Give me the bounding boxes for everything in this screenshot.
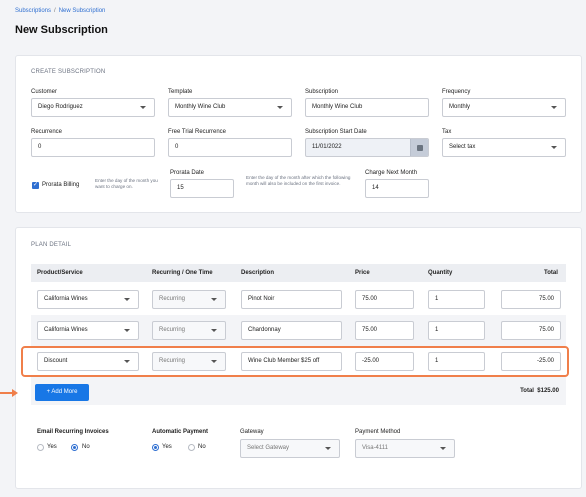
- breadcrumb-separator: /: [54, 8, 56, 14]
- email-no-label[interactable]: No: [82, 444, 90, 450]
- recurring-select[interactable]: Recurring: [152, 290, 226, 309]
- charge-next-label: Charge Next Month: [365, 170, 418, 176]
- customer-label: Customer: [31, 89, 58, 95]
- payment-method-select[interactable]: Visa-4111: [355, 439, 455, 458]
- col-recurring: Recurring / One Time: [152, 270, 213, 276]
- prorata-label[interactable]: Prorata Billing: [42, 182, 79, 188]
- free-trial-label: Free Trial Recurrence: [168, 129, 227, 135]
- start-date-label: Subscription Start Date: [305, 129, 367, 135]
- charge-next-input[interactable]: 14: [365, 179, 429, 198]
- total-input[interactable]: 75.00: [501, 290, 561, 309]
- automatic-payment-label: Automatic Payment: [152, 429, 209, 435]
- col-description: Description: [241, 270, 275, 276]
- total-label: Total: [520, 388, 534, 394]
- breadcrumb-parent[interactable]: Subscriptions: [15, 8, 51, 14]
- product-select[interactable]: California Wines: [37, 321, 139, 340]
- start-date-input[interactable]: 11/01/2022: [305, 138, 429, 157]
- table-footer: [31, 377, 566, 405]
- total-input[interactable]: 75.00: [501, 321, 561, 340]
- start-date-value: 11/01/2022: [312, 144, 342, 150]
- arrow-head-icon: [12, 389, 18, 397]
- auto-yes-radio[interactable]: [152, 444, 159, 451]
- auto-yes-label[interactable]: Yes: [162, 444, 172, 450]
- auto-no-radio[interactable]: [188, 444, 195, 451]
- email-no-radio[interactable]: [71, 444, 78, 451]
- subscription-input[interactable]: Monthly Wine Club: [305, 98, 429, 117]
- frequency-label: Frequency: [442, 89, 471, 95]
- recurrence-input[interactable]: 0: [31, 138, 155, 157]
- template-select[interactable]: Monthly Wine Club: [168, 98, 292, 117]
- frequency-select[interactable]: Monthly: [442, 98, 566, 117]
- highlight-box: [21, 346, 569, 377]
- tax-select[interactable]: Select tax: [442, 138, 566, 157]
- grand-total: Total $125.00: [520, 388, 559, 394]
- create-subscription-card: CREATE SUBSCRIPTION Customer Diego Rodri…: [15, 55, 582, 213]
- description-input[interactable]: Chardonnay: [241, 321, 342, 340]
- auto-no-label[interactable]: No: [198, 444, 206, 450]
- prorata-date-label: Prorata Date: [170, 170, 205, 176]
- quantity-input[interactable]: 1: [428, 290, 485, 309]
- payment-method-label: Payment Method: [355, 429, 401, 435]
- recurring-select[interactable]: Recurring: [152, 321, 226, 340]
- col-quantity: Quantity: [428, 270, 453, 276]
- add-more-button[interactable]: + Add More: [35, 384, 89, 401]
- total-value: $125.00: [537, 388, 559, 394]
- template-label: Template: [168, 89, 193, 95]
- col-total: Total: [544, 270, 558, 276]
- prorata-hint: Enter the day of the month you want to c…: [95, 178, 158, 189]
- gateway-label: Gateway: [240, 429, 264, 435]
- create-section-title: CREATE SUBSCRIPTION: [31, 69, 106, 75]
- customer-select[interactable]: Diego Rodriguez: [31, 98, 155, 117]
- email-yes-radio[interactable]: [37, 444, 44, 451]
- email-invoices-label: Email Recurring Invoices: [37, 429, 109, 435]
- col-product: Product/Service: [37, 270, 83, 276]
- page-title: New Subscription: [15, 24, 108, 36]
- subscription-label: Subscription: [305, 89, 339, 95]
- free-trial-input[interactable]: 0: [168, 138, 292, 157]
- breadcrumb: Subscriptions / New Subscription: [15, 8, 105, 14]
- email-yes-label[interactable]: Yes: [47, 444, 57, 450]
- quantity-input[interactable]: 1: [428, 321, 485, 340]
- price-input[interactable]: 75.00: [355, 290, 414, 309]
- description-input[interactable]: Pinot Noir: [241, 290, 342, 309]
- breadcrumb-current: New Subscription: [58, 8, 106, 14]
- recurrence-label: Recurrence: [31, 129, 63, 135]
- table-header: [31, 264, 566, 282]
- plan-section-title: PLAN DETAIL: [31, 242, 72, 248]
- product-select[interactable]: California Wines: [37, 290, 139, 309]
- calendar-icon[interactable]: [410, 139, 428, 156]
- gateway-select[interactable]: Select Gateway: [240, 439, 340, 458]
- prorata-checkbox[interactable]: ✓: [32, 182, 39, 189]
- price-input[interactable]: 75.00: [355, 321, 414, 340]
- prorata-date-input[interactable]: 15: [170, 179, 234, 198]
- tax-label: Tax: [442, 129, 452, 135]
- charge-next-hint: Enter the day of the month after which t…: [246, 175, 351, 186]
- col-price: Price: [355, 270, 370, 276]
